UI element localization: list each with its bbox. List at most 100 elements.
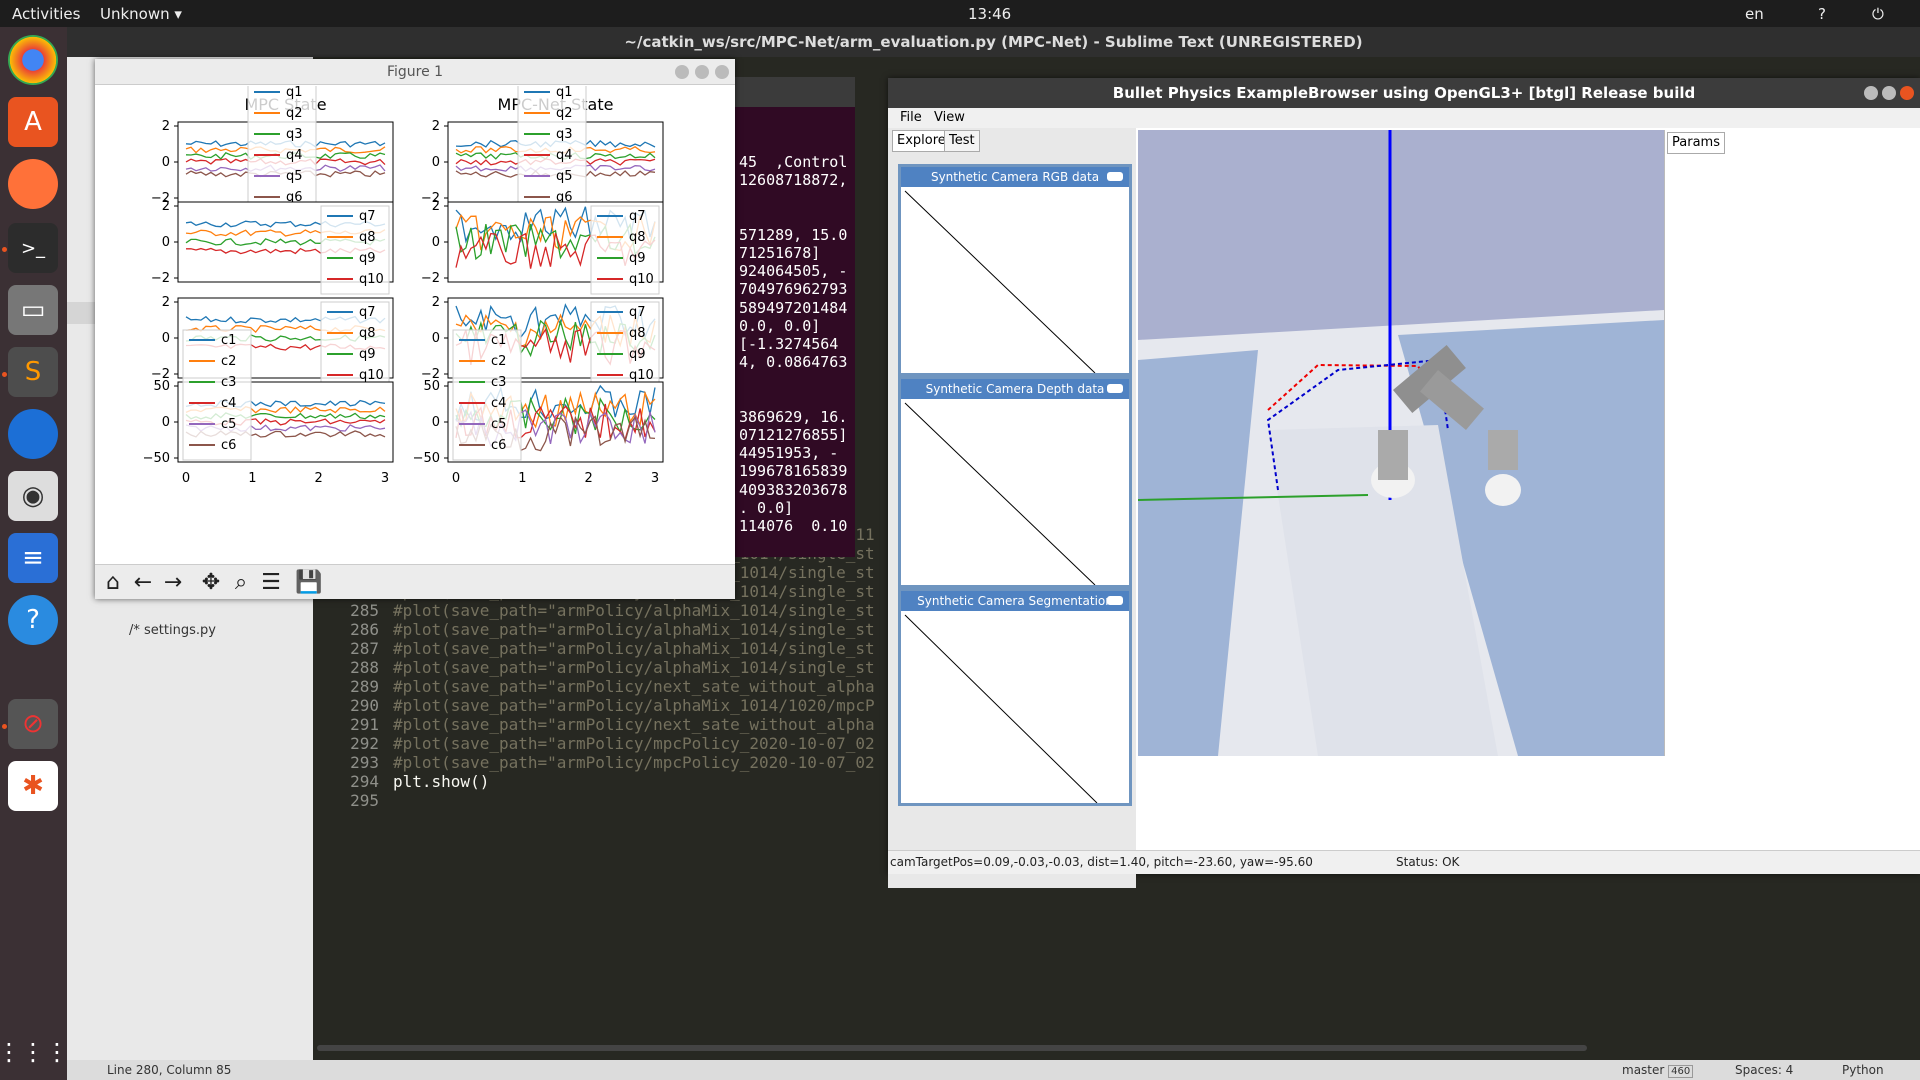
firefox-icon[interactable] bbox=[8, 159, 58, 209]
save-icon[interactable]: 💾 bbox=[295, 569, 323, 597]
top-bar: Activities Unknown ▾ 13:46 en ? ⏻ bbox=[0, 0, 1920, 27]
legend-label: q9 bbox=[629, 347, 646, 362]
menu-file[interactable]: File bbox=[900, 110, 922, 125]
x-tick-label: 2 bbox=[315, 471, 323, 486]
x-tick-label: 0 bbox=[452, 471, 460, 486]
code-line: #plot(save_path="armPolicy/mpcPolicy_202… bbox=[393, 753, 875, 772]
pan-icon[interactable]: ✥ bbox=[197, 569, 225, 597]
legend-label: c2 bbox=[491, 354, 506, 369]
legend-box bbox=[452, 329, 522, 461]
terminal-line: 07121276855] bbox=[739, 426, 848, 444]
terminal-line: 199678165839 bbox=[739, 462, 848, 481]
legend-label: c3 bbox=[491, 375, 506, 390]
status-spaces[interactable]: Spaces: 4 bbox=[1735, 1063, 1793, 1077]
home-icon[interactable]: ⌂ bbox=[99, 569, 127, 597]
y-tick-label: 2 bbox=[432, 119, 440, 134]
y-tick-label: −50 bbox=[413, 451, 440, 466]
software-center-icon[interactable]: A bbox=[8, 97, 58, 147]
camera-rgb-panel[interactable]: Synthetic Camera RGB data bbox=[898, 164, 1132, 376]
minimize-button[interactable] bbox=[675, 65, 689, 79]
menu-view[interactable]: View bbox=[934, 110, 965, 125]
sublime-icon[interactable]: S bbox=[8, 347, 58, 397]
camera-seg-panel[interactable]: Synthetic Camera Segmentation Mask bbox=[898, 588, 1132, 806]
3d-viewport[interactable] bbox=[1138, 130, 1664, 756]
terminal-line: . 0.0] bbox=[739, 498, 794, 517]
line-number: 290 bbox=[350, 696, 379, 715]
y-tick-label: −2 bbox=[421, 271, 440, 286]
legend-label: q7 bbox=[629, 305, 646, 320]
y-tick-label: 2 bbox=[432, 199, 440, 214]
forward-icon[interactable]: → bbox=[159, 569, 187, 597]
y-tick-label: 0 bbox=[432, 415, 440, 430]
legend-label: c2 bbox=[221, 354, 236, 369]
help-icon[interactable]: ? bbox=[1818, 5, 1826, 23]
help-app-icon[interactable]: ? bbox=[8, 595, 58, 645]
tab-params[interactable]: Params bbox=[1667, 132, 1725, 154]
legend-label: q7 bbox=[359, 305, 376, 320]
tab-test[interactable]: Test bbox=[944, 130, 980, 152]
close-button[interactable] bbox=[715, 65, 729, 79]
configure-icon[interactable]: ☰ bbox=[257, 569, 285, 597]
legend-label: q1 bbox=[286, 86, 303, 100]
pinwheel-icon[interactable]: ✱ bbox=[8, 761, 58, 811]
status-branch[interactable]: master 460 bbox=[1622, 1063, 1694, 1078]
terminal-line: [-1.3274564 bbox=[739, 335, 839, 353]
x-tick-label: 3 bbox=[651, 471, 659, 486]
clock[interactable]: 13:46 bbox=[968, 5, 1011, 23]
status-syntax[interactable]: Python bbox=[1842, 1063, 1884, 1077]
app-menu[interactable]: Unknown ▾ bbox=[100, 5, 182, 23]
line-number: 288 bbox=[350, 658, 379, 677]
writer-icon[interactable]: ≡ bbox=[8, 533, 58, 583]
back-icon[interactable]: ← bbox=[129, 569, 157, 597]
bullet-close-button[interactable] bbox=[1900, 86, 1914, 100]
y-tick-label: 50 bbox=[153, 379, 170, 394]
python-app-icon[interactable]: ⊘ bbox=[8, 699, 58, 749]
horizontal-scrollbar[interactable] bbox=[317, 1045, 1587, 1051]
legend-label: c1 bbox=[221, 333, 236, 348]
legend-box bbox=[182, 329, 252, 461]
legend-label: c5 bbox=[491, 417, 506, 432]
activities-button[interactable]: Activities bbox=[12, 5, 80, 23]
terminal-line: 704976962793 bbox=[739, 280, 848, 299]
bullet-titlebar: Bullet Physics ExampleBrowser using Open… bbox=[888, 78, 1920, 108]
code-line: #plot(save_path="armPolicy/mpcPolicy_202… bbox=[393, 734, 875, 753]
legend-label: q1 bbox=[556, 86, 573, 100]
chrome-icon[interactable] bbox=[8, 35, 58, 85]
x-tick-label: 1 bbox=[518, 471, 526, 486]
thunderbird-icon[interactable] bbox=[8, 409, 58, 459]
line-number: 289 bbox=[350, 677, 379, 696]
terminal-line: 44951953, - bbox=[739, 444, 839, 463]
line-number: 287 bbox=[350, 639, 379, 658]
files-icon[interactable]: ▭ bbox=[8, 285, 58, 335]
legend-label: c5 bbox=[221, 417, 236, 432]
status-position: Line 280, Column 85 bbox=[107, 1063, 232, 1077]
figure-toolbar: ⌂ ← → ✥ ⌕ ☰ 💾 bbox=[95, 564, 735, 599]
legend-label: q8 bbox=[359, 230, 376, 245]
terminal-line: 114076 0.10 bbox=[739, 517, 848, 535]
legend-label: q10 bbox=[359, 368, 384, 383]
legend-label: q8 bbox=[359, 326, 376, 341]
bullet-minimize-button[interactable] bbox=[1864, 86, 1878, 100]
explorer-panel: Explorer Test Synthetic Camera RGB data … bbox=[888, 128, 1136, 888]
figure-title: Figure 1 bbox=[386, 64, 444, 80]
language-indicator[interactable]: en bbox=[1745, 5, 1764, 23]
camera-depth-panel[interactable]: Synthetic Camera Depth data bbox=[898, 376, 1132, 588]
sidebar-file-settings[interactable]: /* settings.py bbox=[129, 623, 216, 638]
legend-label: q2 bbox=[286, 106, 303, 121]
rhythmbox-icon[interactable]: ◉ bbox=[8, 471, 58, 521]
show-apps-icon[interactable]: ⋮⋮⋮ bbox=[0, 1027, 69, 1077]
terminal-window[interactable]: 45 ,Control 12608718872, 571289, 15.0 71251… bbox=[735, 77, 855, 557]
bullet-title: Bullet Physics ExampleBrowser using Open… bbox=[1112, 84, 1696, 102]
zoom-icon[interactable]: ⌕ bbox=[227, 569, 255, 597]
terminal-icon[interactable]: >_ bbox=[8, 223, 58, 273]
maximize-button[interactable] bbox=[695, 65, 709, 79]
sublime-status-bar: Line 280, Column 85 master 460 Spaces: 4… bbox=[67, 1060, 1920, 1080]
bullet-menubar: File View bbox=[888, 108, 1920, 128]
plot-canvas[interactable]: MPC State20−2q1q2q3q4q5q620−2q7q8q9q1020… bbox=[95, 86, 735, 564]
y-tick-label: 2 bbox=[432, 295, 440, 310]
camera-rgb-title: Synthetic Camera RGB data bbox=[930, 170, 1100, 184]
power-icon[interactable]: ⏻ bbox=[1872, 5, 1884, 23]
code-line: #plot(save_path="armPolicy/alphaMix_1014… bbox=[393, 620, 875, 639]
bullet-maximize-button[interactable] bbox=[1882, 86, 1896, 100]
sidebar-file-label: settings.py bbox=[144, 623, 216, 638]
